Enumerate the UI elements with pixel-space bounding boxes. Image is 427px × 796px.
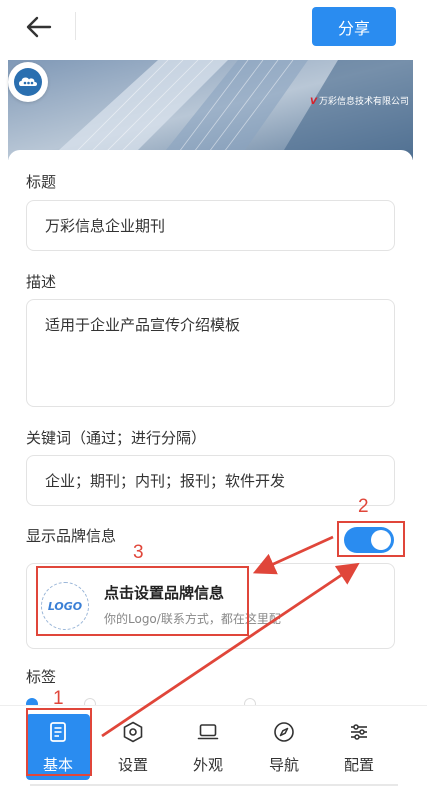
top-bar: 分享 (0, 0, 427, 55)
tab-navigation[interactable]: 导航 (252, 714, 316, 780)
banner-company-text: V 万彩信息技术有限公司 (310, 94, 409, 107)
annotation-number-2: 2 (358, 496, 369, 517)
keywords-label: 关键词（通过；进行分隔） (26, 429, 207, 447)
tab-label: 设置 (117, 756, 148, 774)
home-indicator (30, 784, 398, 786)
description-textarea[interactable]: 适用于企业产品宣传介绍模板 (26, 299, 395, 407)
compass-icon (274, 722, 294, 742)
cloud-logo-icon (8, 62, 48, 102)
back-arrow-icon[interactable] (22, 12, 56, 42)
annotation-number-1: 1 (53, 688, 64, 709)
tab-appearance[interactable]: 外观 (176, 714, 240, 780)
brand-toggle-label: 显示品牌信息 (26, 527, 117, 545)
divider (75, 12, 76, 40)
tab-settings[interactable]: 设置 (101, 714, 165, 780)
title-label: 标题 (26, 173, 57, 191)
description-label: 描述 (26, 273, 57, 291)
company-mark: V (310, 97, 317, 107)
cover-banner: V 万彩信息技术有限公司 (8, 60, 413, 160)
annotation-number-3: 3 (133, 542, 144, 563)
annotation-box-2 (337, 521, 405, 557)
keywords-input[interactable]: 企业；期刊；内刊；报刊；软件开发 (26, 455, 395, 506)
tab-config[interactable]: 配置 (327, 714, 391, 780)
tab-label: 配置 (343, 756, 374, 774)
company-name: 万彩信息技术有限公司 (318, 97, 409, 107)
annotation-box-3 (36, 566, 249, 636)
annotation-box-1 (26, 708, 92, 776)
tab-label: 导航 (268, 756, 299, 774)
tags-label: 标签 (26, 668, 57, 686)
title-input[interactable]: 万彩信息企业期刊 (26, 200, 395, 251)
share-button[interactable]: 分享 (312, 7, 396, 46)
laptop-icon (197, 724, 219, 740)
hexagon-settings-icon (123, 721, 143, 743)
sliders-icon (351, 724, 367, 740)
tab-label: 外观 (192, 756, 223, 774)
